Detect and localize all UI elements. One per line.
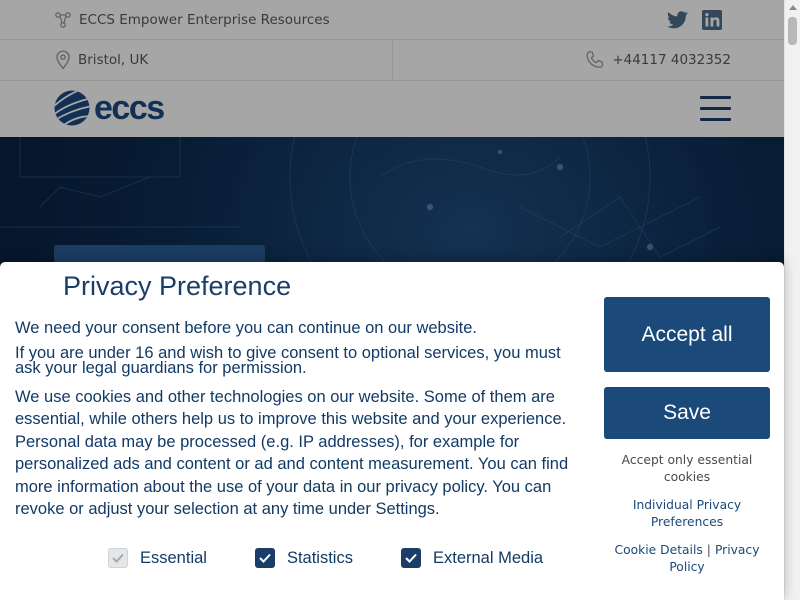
accept-all-button[interactable]: Accept all [604,297,770,372]
modal-title: Privacy Preference [63,271,292,301]
checkbox-statistics-label[interactable]: Statistics [287,549,353,568]
checkbox-external-media-box[interactable] [400,548,421,568]
checkmark-icon [259,553,271,563]
checkbox-essential-label: Essential [140,548,207,567]
privacy-modal: Privacy Preference We need your consent … [0,262,784,600]
consent-paragraph: We need your consent before you can cont… [15,319,477,337]
checkbox-essential-box [108,548,128,568]
scroll-up-arrow-icon[interactable] [789,5,797,10]
guardian-paragraph: If you are under 16 and wish to give con… [15,344,561,377]
link-separator: | [706,543,711,557]
checkbox-statistics[interactable]: Statistics [254,548,353,568]
checkbox-statistics-box[interactable] [254,548,275,568]
scrollbar[interactable] [784,0,800,600]
accept-essential-link[interactable]: Accept only essential cookies [604,452,770,486]
checkbox-external-media[interactable]: External Media [400,548,543,568]
scrollbar-thumb[interactable] [788,17,797,45]
cookie-details-link[interactable]: Cookie Details [615,543,703,557]
checkmark-icon [112,553,124,563]
footer-links: Cookie Details | Privacy Policy [604,542,770,576]
checkbox-external-media-label[interactable]: External Media [433,549,543,568]
modal-body: We need your consent before you can cont… [15,318,571,520]
consent-checkboxes: Essential Statistics External Media [108,548,543,568]
individual-preferences-link[interactable]: Individual Privacy Preferences [604,497,770,531]
checkmark-icon [405,553,417,563]
cookies-paragraph: We use cookies and other technologies on… [15,388,569,519]
save-button[interactable]: Save [604,387,770,439]
checkbox-essential: Essential [108,548,207,568]
